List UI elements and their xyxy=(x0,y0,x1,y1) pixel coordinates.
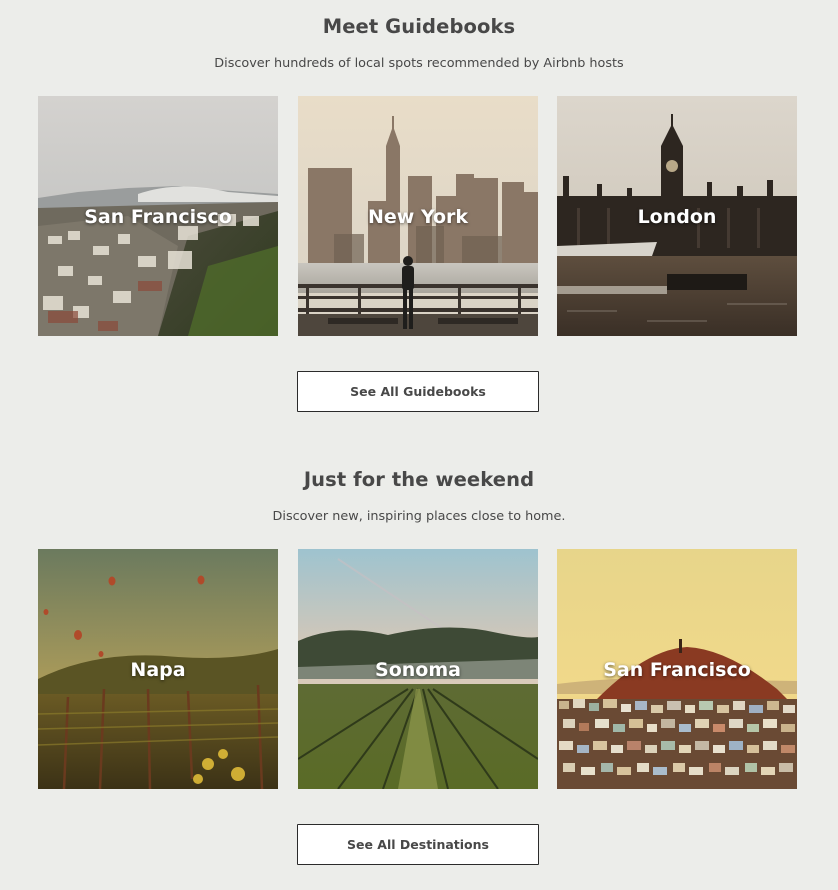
card-label: San Francisco xyxy=(84,206,232,228)
card-label: San Francisco xyxy=(603,659,751,681)
section-title: Meet Guidebooks xyxy=(322,15,516,38)
section-subtitle: Discover hundreds of local spots recomme… xyxy=(214,56,624,71)
card-label: London xyxy=(637,206,717,228)
destination-card-san-francisco[interactable]: San Francisco xyxy=(557,549,797,789)
guidebook-card-london[interactable]: London xyxy=(557,96,797,336)
section-subtitle: Discover new, inspiring places close to … xyxy=(272,509,566,524)
see-all-destinations-button[interactable]: See All Destinations xyxy=(297,824,539,865)
destination-card-napa[interactable]: Napa xyxy=(38,549,278,789)
guidebook-card-san-francisco[interactable]: San Francisco xyxy=(38,96,278,336)
card-label: Napa xyxy=(130,659,186,681)
card-label: New York xyxy=(367,206,469,228)
card-label: Sonoma xyxy=(375,659,461,681)
section-title: Just for the weekend xyxy=(303,468,535,491)
guidebook-card-new-york[interactable]: New York xyxy=(298,96,538,336)
see-all-guidebooks-button[interactable]: See All Guidebooks xyxy=(297,371,539,412)
destination-card-sonoma[interactable]: Sonoma xyxy=(298,549,538,789)
